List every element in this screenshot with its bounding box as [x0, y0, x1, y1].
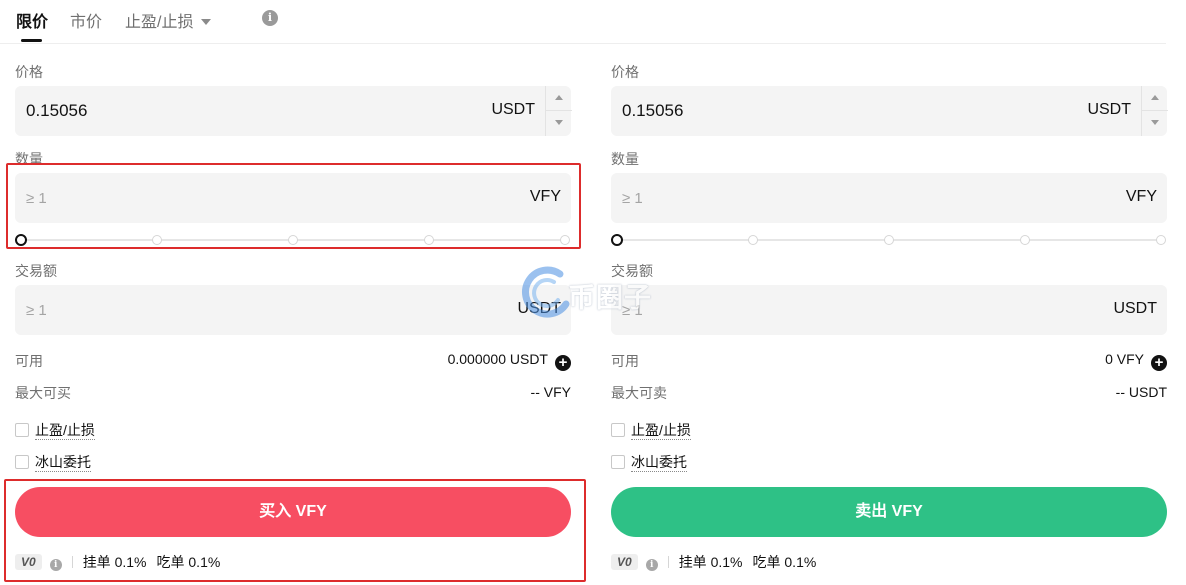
price-stepper	[1141, 86, 1168, 136]
slider-tick-25[interactable]	[748, 235, 758, 245]
total-label: 交易额	[15, 263, 57, 279]
amount-label: 数量	[611, 151, 639, 167]
caret-up-icon	[1151, 95, 1159, 100]
caret-down-icon	[555, 120, 563, 125]
price-stepper	[545, 86, 572, 136]
available-balance: 0.000000 USDT +	[448, 351, 571, 371]
max-sell-value: -- USDT	[1115, 384, 1167, 400]
amount-label: 数量	[15, 151, 43, 167]
caret-down-icon	[1151, 120, 1159, 125]
vip-level-badge: V0	[15, 554, 42, 570]
tpsl-checkbox-label: 止盈/止损	[631, 422, 691, 440]
total-unit: USDT	[1113, 300, 1157, 317]
available-value: 0.000000 USDT	[447, 351, 548, 367]
tpsl-checkbox-row[interactable]: 止盈/止损	[15, 420, 95, 440]
amount-placeholder: ≥ 1	[622, 190, 643, 207]
iceberg-checkbox-label: 冰山委托	[35, 454, 91, 472]
max-sell-label: 最大可卖	[611, 385, 667, 401]
taker-fee: 吃单 0.1%	[752, 554, 817, 570]
tpsl-checkbox[interactable]	[611, 423, 625, 437]
fee-info: V0 i 挂单 0.1% 吃单 0.1%	[15, 552, 220, 572]
amount-unit: VFY	[529, 188, 561, 205]
total-input[interactable]: ≥ 1 USDT	[611, 285, 1167, 335]
slider-tick-100[interactable]	[560, 235, 570, 245]
slider-tick-100[interactable]	[1156, 235, 1166, 245]
iceberg-checkbox-row[interactable]: 冰山委托	[15, 452, 91, 472]
fee-info-icon[interactable]: i	[645, 559, 658, 571]
sell-panel: 价格 0.15056 USDT 数量 ≥ 1 VFY 交易额 ≥ 1 USDT …	[611, 0, 1168, 585]
slider-knob[interactable]	[15, 234, 27, 246]
divider	[667, 556, 669, 568]
price-value: 0.15056	[622, 101, 684, 120]
total-label: 交易额	[611, 263, 653, 279]
tpsl-checkbox-row[interactable]: 止盈/止损	[611, 420, 691, 440]
iceberg-checkbox-label: 冰山委托	[631, 454, 687, 472]
divider	[71, 556, 73, 568]
total-placeholder: ≥ 1	[622, 302, 643, 319]
price-input[interactable]: 0.15056 USDT	[15, 86, 572, 136]
available-balance: 0 VFY +	[1105, 351, 1167, 371]
available-label: 可用	[15, 353, 43, 369]
maker-fee: 挂单 0.1%	[678, 554, 743, 570]
amount-slider[interactable]	[611, 232, 1167, 248]
total-input[interactable]: ≥ 1 USDT	[15, 285, 571, 335]
amount-input[interactable]: ≥ 1 VFY	[15, 173, 571, 223]
vip-level-badge: V0	[611, 554, 638, 570]
price-label: 价格	[611, 64, 639, 80]
deposit-plus-icon[interactable]: +	[555, 355, 571, 371]
amount-unit: VFY	[1125, 188, 1157, 205]
available-value: 0 VFY	[1105, 351, 1144, 367]
buy-button[interactable]: 买入 VFY	[15, 487, 571, 537]
iceberg-checkbox-row[interactable]: 冰山委托	[611, 452, 687, 472]
slider-knob[interactable]	[611, 234, 623, 246]
tpsl-checkbox[interactable]	[15, 423, 29, 437]
price-unit: USDT	[491, 101, 535, 118]
total-placeholder: ≥ 1	[26, 302, 47, 319]
slider-tick-50[interactable]	[288, 235, 298, 245]
price-unit: USDT	[1087, 101, 1131, 118]
available-label: 可用	[611, 353, 639, 369]
amount-slider[interactable]	[15, 232, 571, 248]
price-decrement-button[interactable]	[546, 111, 572, 136]
price-increment-button[interactable]	[1142, 86, 1168, 111]
tpsl-checkbox-label: 止盈/止损	[35, 422, 95, 440]
fee-info-icon[interactable]: i	[49, 559, 62, 571]
caret-up-icon	[555, 95, 563, 100]
price-increment-button[interactable]	[546, 86, 572, 111]
slider-tick-75[interactable]	[1020, 235, 1030, 245]
fee-info: V0 i 挂单 0.1% 吃单 0.1%	[611, 552, 816, 572]
iceberg-checkbox[interactable]	[15, 455, 29, 469]
taker-fee: 吃单 0.1%	[156, 554, 221, 570]
amount-input[interactable]: ≥ 1 VFY	[611, 173, 1167, 223]
max-buy-value: -- VFY	[530, 384, 571, 400]
price-decrement-button[interactable]	[1142, 111, 1168, 136]
slider-tick-75[interactable]	[424, 235, 434, 245]
max-buy-label: 最大可买	[15, 385, 71, 401]
total-unit: USDT	[517, 300, 561, 317]
maker-fee: 挂单 0.1%	[82, 554, 147, 570]
amount-placeholder: ≥ 1	[26, 190, 47, 207]
price-label: 价格	[15, 64, 43, 80]
slider-tick-25[interactable]	[152, 235, 162, 245]
slider-tick-50[interactable]	[884, 235, 894, 245]
buy-panel: 价格 0.15056 USDT 数量 ≥ 1 VFY 交易额 ≥ 1 USDT …	[15, 0, 572, 585]
sell-button[interactable]: 卖出 VFY	[611, 487, 1167, 537]
price-input[interactable]: 0.15056 USDT	[611, 86, 1168, 136]
price-value: 0.15056	[26, 101, 88, 120]
deposit-plus-icon[interactable]: +	[1151, 355, 1167, 371]
iceberg-checkbox[interactable]	[611, 455, 625, 469]
